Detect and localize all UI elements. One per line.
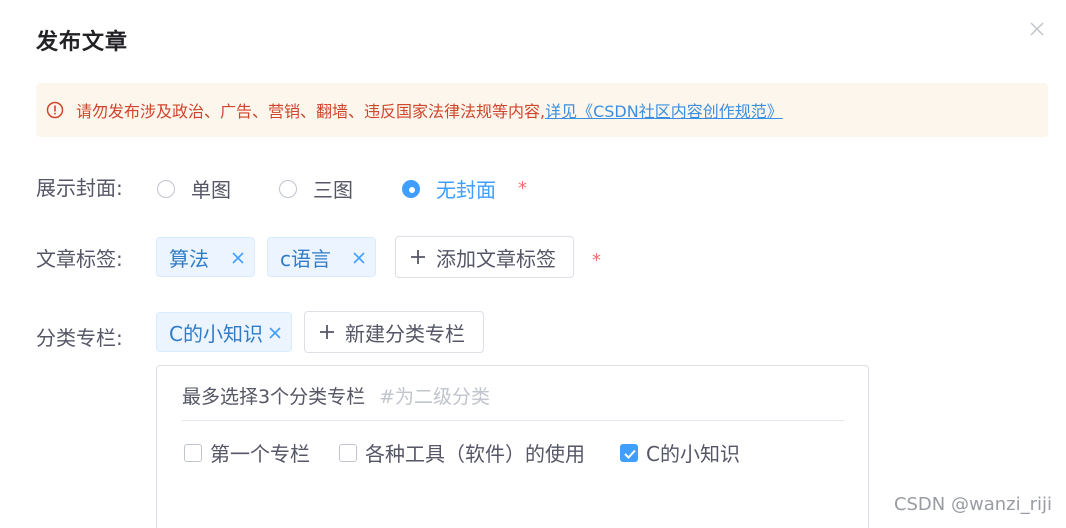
warning-alert: 请勿发布涉及政治、广告、营销、翻墙、违反国家法律法规等内容, 详见《CSDN社区… [36,83,1048,137]
cover-label: 展示封面: [36,176,123,200]
category-tag-label: C的小知识 [169,321,263,346]
tag-close-icon[interactable] [230,250,246,266]
checkbox-label: 第一个专栏 [210,442,310,466]
category-checkbox-checked[interactable]: C的小知识 [620,438,740,467]
checkbox-label: C的小知识 [646,442,740,466]
radio-label: 无封面 [436,178,496,202]
plus-icon [320,325,334,339]
radio-circle-checked [402,179,420,198]
cover-radio-single[interactable]: 单图 [157,174,231,203]
plus-icon [411,250,425,264]
tags-label: 文章标签: [36,247,123,271]
checkbox-box [184,443,202,462]
new-category-button[interactable]: 新建分类专栏 [304,311,484,353]
cover-radio-none[interactable]: 无封面 [402,174,496,203]
panel-title-text: 最多选择3个分类专栏 [182,386,366,408]
add-tag-label: 添加文章标签 [436,246,556,271]
category-select-panel: 最多选择3个分类专栏 #为二级分类 第一个专栏 各种工具（软件）的使用 C的小知识 [156,365,869,528]
category-checkbox[interactable]: 各种工具（软件）的使用 [339,438,585,467]
category-label: 分类专栏: [36,326,123,350]
radio-label: 三图 [313,178,353,202]
alert-warning-text: 请勿发布涉及政治、广告、营销、翻墙、违反国家法律法规等内容, [76,102,546,121]
new-category-label: 新建分类专栏 [345,321,465,346]
panel-divider [182,420,844,421]
category-checkbox[interactable]: 第一个专栏 [184,438,310,467]
content-rules-link[interactable]: 详见《CSDN社区内容创作规范》 [545,98,783,122]
tag-close-icon[interactable] [267,325,283,341]
add-tag-button[interactable]: 添加文章标签 [395,236,574,278]
tag-label: 算法 [169,246,209,271]
radio-circle [279,179,297,198]
close-icon[interactable] [1026,18,1048,40]
checkbox-label: 各种工具（软件）的使用 [365,442,585,466]
panel-hint: #为二级分类 [379,386,491,408]
checkbox-box [339,443,357,462]
tag-item: 算法 [156,237,255,277]
panel-title: 最多选择3个分类专栏 #为二级分类 [182,382,490,409]
required-mark: * [592,250,601,271]
watermark: CSDN @wanzi_riji [893,494,1052,515]
tag-close-icon[interactable] [351,250,367,266]
warning-circle-icon [46,101,64,119]
category-tag: C的小知识 [156,312,292,352]
radio-label: 单图 [191,178,231,202]
check-icon [624,449,636,459]
dialog-title: 发布文章 [36,30,129,55]
required-mark: * [518,178,527,199]
publish-dialog: 发布文章 请勿发布涉及政治、广告、营销、翻墙、违反国家法律法规等内容, 详见《C… [0,0,1066,528]
checkbox-box-checked [620,443,638,462]
cover-radio-triple[interactable]: 三图 [279,174,353,203]
tag-label: c语言 [280,246,331,271]
tag-item: c语言 [267,237,376,277]
radio-circle [157,179,175,198]
